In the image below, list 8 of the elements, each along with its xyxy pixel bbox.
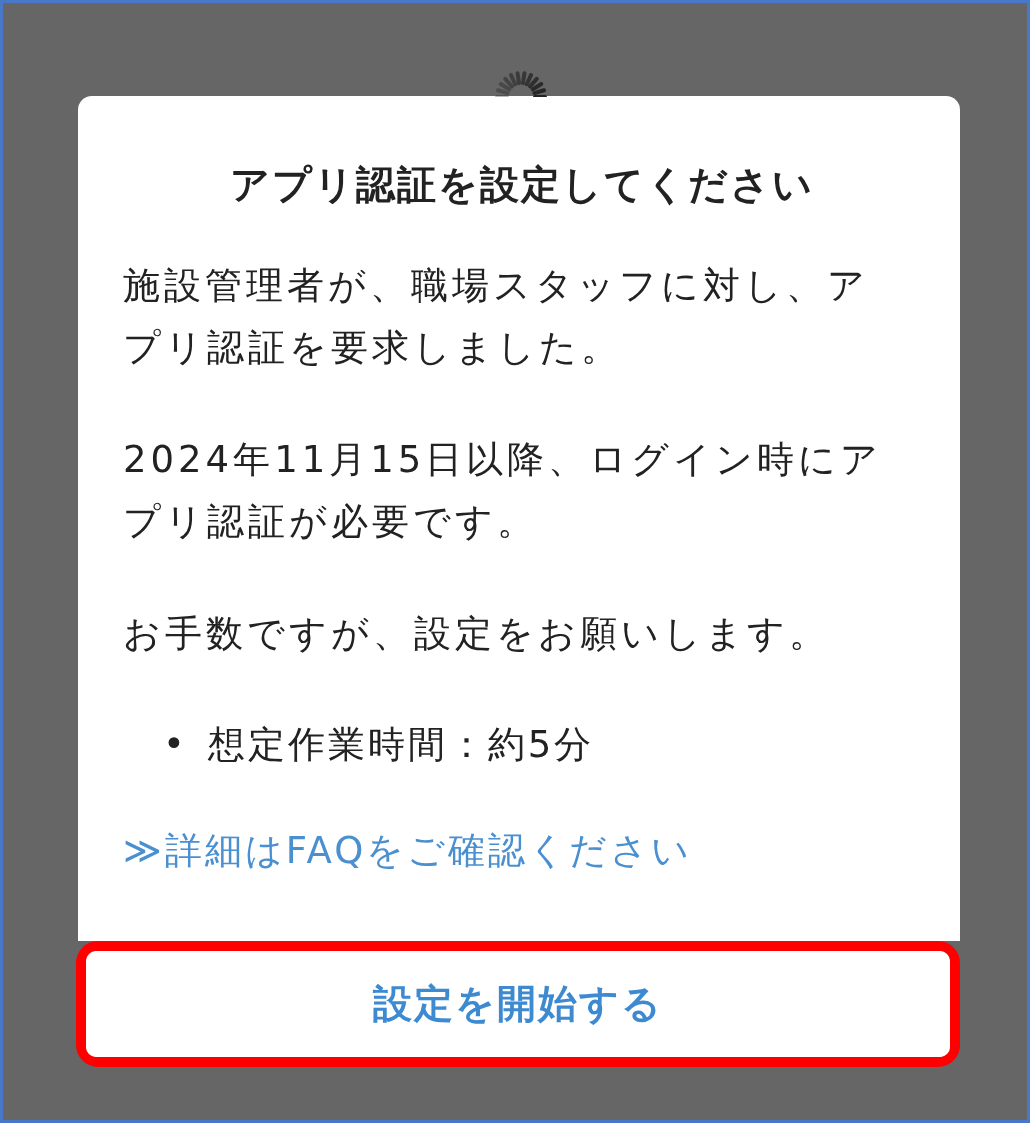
message-text: 施設管理者が、職場スタッフに対し、アプリ認証を要求しました。 xyxy=(123,262,870,371)
faq-link[interactable]: ≫詳細はFAQをご確認ください xyxy=(123,828,693,872)
bullet-marker: • xyxy=(163,721,188,768)
message-text: 2024年11月15日以降、ログイン時にアプリ認証が必要です。 xyxy=(123,436,884,545)
bullet-item: 想定作業時間：約5分 xyxy=(207,721,595,768)
dialog-title: アプリ認証を設定してください xyxy=(228,161,815,209)
start-setup-button[interactable]: 設定を開始する xyxy=(86,951,950,1057)
message-text: お手数ですが、設定をお願いします。 xyxy=(123,610,831,657)
